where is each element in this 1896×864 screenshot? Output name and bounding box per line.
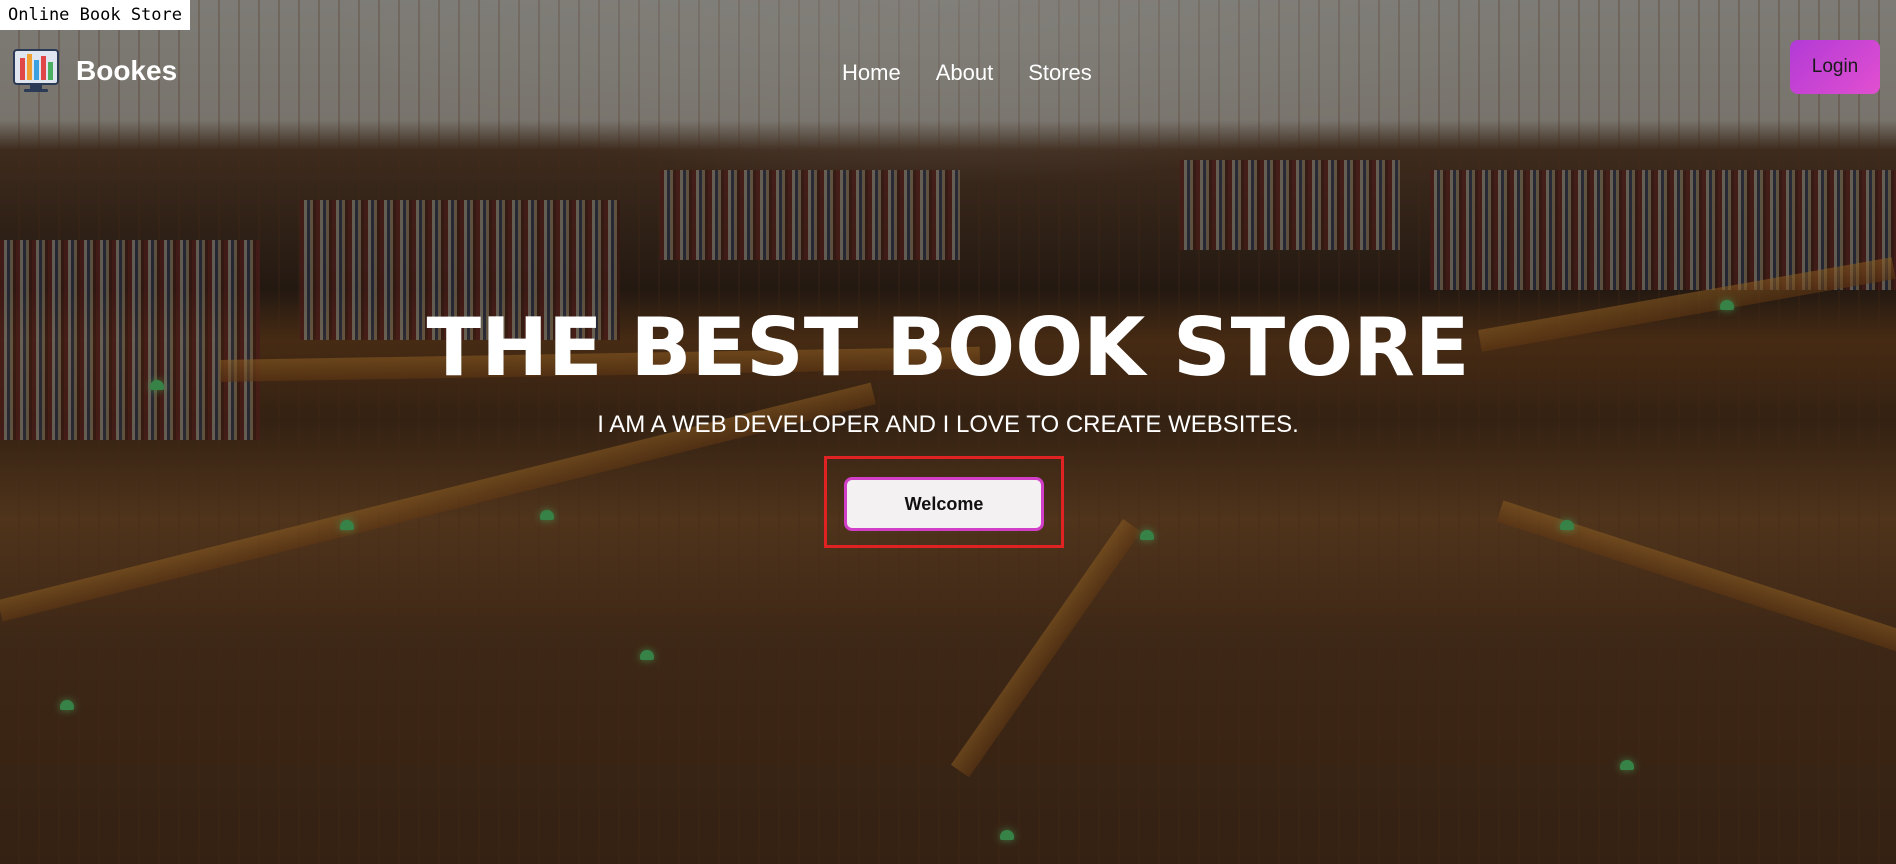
main-nav: Home About Stores (842, 60, 1092, 86)
nav-about-link[interactable]: About (936, 60, 994, 86)
brand-name: Bookes (76, 55, 178, 86)
nav-home-link[interactable]: Home (842, 60, 901, 86)
brand[interactable]: Bookes (12, 48, 177, 94)
books-monitor-icon (12, 48, 60, 94)
navbar: Bookes Home About Stores Login (0, 40, 1896, 110)
login-button[interactable]: Login (1790, 40, 1880, 94)
hero-content: THE BEST BOOK STORE I AM A WEB DEVELOPER… (0, 300, 1896, 440)
window-title: Online Book Store (0, 0, 190, 30)
hero-title: THE BEST BOOK STORE (426, 301, 1470, 394)
welcome-button[interactable]: Welcome (844, 477, 1044, 531)
nav-stores-link[interactable]: Stores (1028, 60, 1092, 86)
hero-subtitle: I AM A WEB DEVELOPER AND I LOVE TO CREAT… (597, 411, 1299, 438)
